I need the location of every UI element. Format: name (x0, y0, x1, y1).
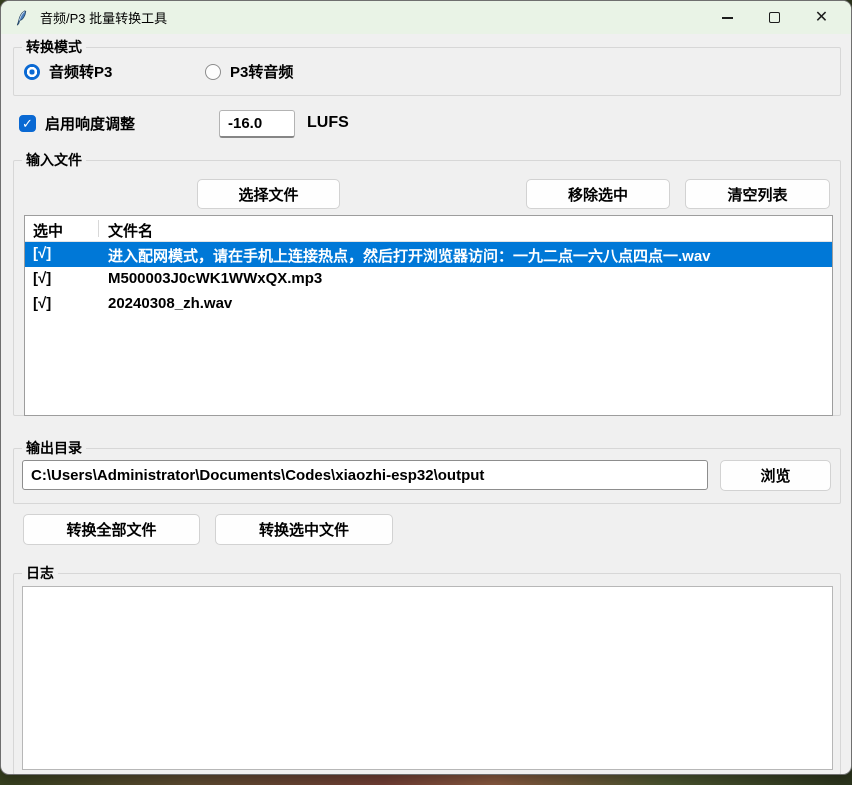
desktop-wallpaper: 音频/P3 批量转换工具 ✕ 转换模式 音频转P3 (0, 0, 852, 785)
lufs-input[interactable] (219, 110, 295, 138)
group-conversion-mode: 转换模式 音频转P3 P3转音频 (13, 47, 841, 96)
loudness-checkbox-row: ✓ 启用响度调整 (19, 113, 135, 134)
radio-p3-to-audio-label: P3转音频 (230, 61, 293, 82)
row-check-mark: [√] (33, 270, 51, 287)
group-output-dir-label: 输出目录 (22, 439, 86, 457)
window-controls: ✕ (704, 1, 845, 34)
group-output-dir: 输出目录 浏览 (13, 448, 841, 504)
column-header-filename[interactable]: 文件名 (108, 220, 153, 241)
group-log: 日志 (13, 573, 841, 775)
convert-selected-button[interactable]: 转换选中文件 (215, 514, 393, 545)
file-table-header: 选中 文件名 (25, 216, 832, 242)
column-header-checked[interactable]: 选中 (33, 220, 63, 241)
select-files-button[interactable]: 选择文件 (197, 179, 340, 209)
maximize-button[interactable] (751, 1, 798, 34)
radio-selected-icon (24, 64, 40, 80)
radio-unselected-icon (205, 64, 221, 80)
minimize-icon (722, 17, 733, 19)
maximize-icon (769, 12, 780, 23)
table-row[interactable]: [√] M500003J0cWK1WWxQX.mp3 (25, 267, 832, 292)
window-title: 音频/P3 批量转换工具 (40, 8, 167, 27)
group-input-files-label: 输入文件 (22, 151, 86, 169)
row-filename: M500003J0cWK1WWxQX.mp3 (108, 270, 322, 287)
titlebar[interactable]: 音频/P3 批量转换工具 ✕ (1, 1, 851, 34)
row-check-mark: [√] (33, 295, 51, 312)
column-separator (98, 220, 99, 237)
clear-list-button[interactable]: 清空列表 (685, 179, 830, 209)
file-table[interactable]: 选中 文件名 [√] 进入配网模式，请在手机上连接热点，然后打开浏览器访问：一九… (24, 215, 833, 416)
row-filename: 20240308_zh.wav (108, 295, 232, 312)
remove-selected-button[interactable]: 移除选中 (526, 179, 670, 209)
group-input-files: 输入文件 选择文件 移除选中 清空列表 选中 文件名 [√] 进入配网模式，请在… (13, 160, 841, 416)
row-check-mark: [√] (33, 245, 51, 262)
python-feather-icon (14, 10, 30, 26)
browse-button[interactable]: 浏览 (720, 460, 831, 491)
close-button[interactable]: ✕ (798, 1, 845, 34)
radio-audio-to-p3-label: 音频转P3 (49, 61, 112, 82)
output-path-input[interactable] (22, 460, 708, 490)
group-conversion-mode-label: 转换模式 (22, 38, 86, 56)
minimize-button[interactable] (704, 1, 751, 34)
group-log-label: 日志 (22, 564, 58, 582)
table-row[interactable]: [√] 20240308_zh.wav (25, 292, 832, 317)
lufs-unit-label: LUFS (307, 114, 349, 132)
close-icon: ✕ (815, 10, 828, 26)
log-textarea[interactable] (22, 586, 833, 770)
app-window: 音频/P3 批量转换工具 ✕ 转换模式 音频转P3 (0, 0, 852, 775)
loudness-checkbox-label: 启用响度调整 (45, 113, 135, 134)
loudness-checkbox[interactable]: ✓ (19, 115, 36, 132)
checkmark-icon: ✓ (22, 117, 33, 130)
radio-audio-to-p3[interactable]: 音频转P3 (24, 61, 112, 82)
convert-all-button[interactable]: 转换全部文件 (23, 514, 200, 545)
table-row[interactable]: [√] 进入配网模式，请在手机上连接热点，然后打开浏览器访问：一九二点一六八点四… (25, 242, 832, 267)
row-filename: 进入配网模式，请在手机上连接热点，然后打开浏览器访问：一九二点一六八点四点一.w… (108, 245, 711, 266)
radio-p3-to-audio[interactable]: P3转音频 (205, 61, 293, 82)
